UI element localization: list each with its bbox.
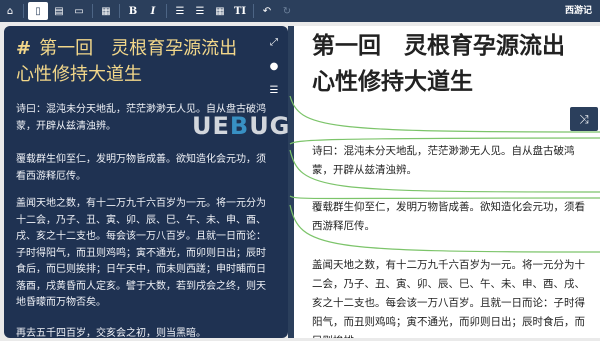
- heading-marker: #: [16, 38, 32, 59]
- unordered-list-icon[interactable]: ☰: [190, 0, 210, 22]
- undo-icon[interactable]: ↶: [257, 0, 277, 22]
- editor-paragraph[interactable]: 覆载群生仰至仁，发明万物皆成善。欲知造化会元功，须看西游释厄传。: [16, 152, 268, 185]
- italic-icon[interactable]: I: [143, 0, 163, 22]
- redo-icon[interactable]: ↻: [277, 0, 297, 22]
- watermark: UEBUG: [192, 112, 291, 140]
- editor-paragraph[interactable]: 盖闻天地之数，有十二万九千六百岁为一元。将一元分为十二会，乃子、丑、寅、卯、辰、…: [16, 196, 268, 312]
- preview-pane: 第一回 灵根育孕源流出 心性修持大道生 诗曰：混沌未分天地乱，茫茫渺渺无人见。自…: [294, 26, 600, 338]
- toolbar-separator: [253, 4, 254, 18]
- toolbar-separator: [166, 4, 167, 18]
- editor-side-tools: ⤢ ● ☰: [266, 36, 282, 98]
- print-icon[interactable]: ▭: [69, 0, 89, 22]
- home-icon[interactable]: ⌂: [0, 0, 20, 22]
- list-view-icon[interactable]: ☰: [267, 84, 281, 98]
- bold-icon[interactable]: B: [123, 0, 143, 22]
- expand-icon[interactable]: ⤢: [267, 36, 281, 50]
- preview-paragraph: 覆载群生仰至仁，发明万物皆成善。欲知造化会元功，须看西游释厄传。: [312, 201, 585, 232]
- grid-icon[interactable]: ▦: [96, 0, 116, 22]
- app-title: 西游记: [564, 6, 592, 16]
- preview-paragraph: 诗曰：混沌未分天地乱，茫茫渺渺无人见。自从盘古破鸿蒙，开辟从兹清浊辨。: [312, 145, 575, 176]
- heading-text: 第一回 灵根育孕源流出 心性修持大道生: [16, 38, 256, 85]
- preview-paragraph: 盖闻天地之数，有十二万九千六百岁为一元。将一元分为十二会，乃子、丑、寅、卯、辰、…: [312, 259, 585, 338]
- editor-paragraph[interactable]: 再去五千四百岁，交亥会之初，则当黑暗。: [16, 326, 268, 338]
- heading-icon[interactable]: TI: [230, 0, 250, 22]
- toolbar-separator: [92, 4, 93, 18]
- markdown-editor[interactable]: # 第一回 灵根育孕源流出 心性修持大道生 诗曰：混沌未分天地乱，茫茫渺渺无人见。…: [4, 26, 288, 338]
- table-icon[interactable]: ▦: [210, 0, 230, 22]
- toolbar: ⌂ ▯ ▤ ▭ ▦ B I ☰ ☰ ▦ TI ↶ ↻ 西游记: [0, 0, 600, 22]
- toolbar-separator: [23, 4, 24, 18]
- sync-scroll-button[interactable]: ⤨: [570, 107, 598, 131]
- shuffle-icon: ⤨: [579, 111, 589, 126]
- toolbar-separator: [119, 4, 120, 18]
- editor-heading[interactable]: # 第一回 灵根育孕源流出 心性修持大道生: [16, 36, 266, 88]
- preview-heading: 第一回 灵根育孕源流出 心性修持大道生: [312, 33, 588, 95]
- ordered-list-icon[interactable]: ☰: [170, 0, 190, 22]
- save-icon[interactable]: ▤: [49, 0, 69, 22]
- ink-drop-icon[interactable]: ●: [267, 60, 281, 74]
- new-file-icon[interactable]: ▯: [28, 2, 48, 20]
